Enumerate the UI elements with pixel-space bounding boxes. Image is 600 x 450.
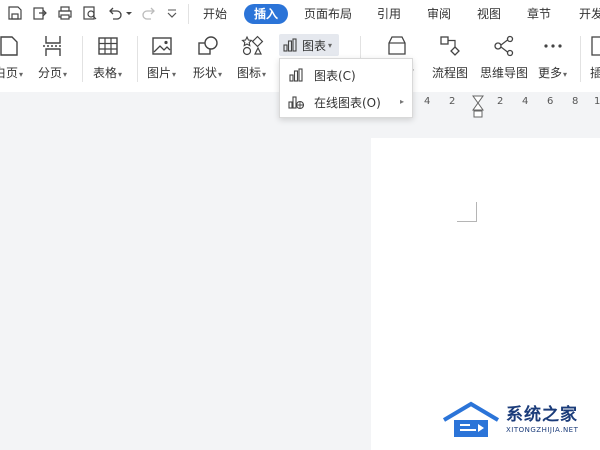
menu-item-label: 在线图表(O) — [314, 95, 381, 110]
chart-button-label: 图表 — [302, 38, 327, 53]
divider — [188, 4, 189, 24]
tab-section[interactable]: 章节 — [521, 4, 557, 24]
icon-library-icon — [240, 35, 263, 56]
tab-home[interactable]: 开始 — [197, 4, 233, 24]
mindmap-icon — [494, 35, 514, 57]
picture-icon — [151, 37, 172, 55]
divider — [82, 36, 83, 82]
mindmap-button[interactable]: 思维导图 — [480, 34, 528, 86]
table-button[interactable]: 表格▾ — [93, 34, 122, 86]
more-button[interactable]: 更多▾ — [538, 34, 567, 86]
indent-marker-icon[interactable] — [472, 95, 484, 119]
blank-page-icon — [0, 36, 18, 56]
redo-icon[interactable] — [140, 4, 158, 22]
export-icon[interactable] — [31, 4, 49, 22]
insert-icon — [591, 36, 600, 56]
ruler-number: 1 — [594, 96, 600, 107]
chart-dropdown-menu: 图表(C) 在线图表(O) ▸ — [279, 58, 413, 118]
shape-icon — [197, 36, 218, 55]
shape-button[interactable]: 形状▾ — [193, 34, 222, 86]
more-icon — [543, 44, 562, 48]
menu-item-label: 图表(C) — [314, 68, 356, 83]
flowchart-icon — [440, 36, 460, 56]
watermark-subtitle: XITONGZHIJIA.NET — [506, 426, 579, 434]
watermark-title: 系统之家 — [506, 405, 578, 425]
chevron-right-icon: ▸ — [399, 97, 404, 106]
divider — [137, 36, 138, 82]
save-icon[interactable] — [6, 4, 24, 22]
margin-corner-mark — [457, 202, 477, 222]
ruler-number: 2 — [497, 96, 504, 107]
page-break-button[interactable]: 分页▾ — [38, 34, 67, 86]
tab-review[interactable]: 审阅 — [421, 4, 457, 24]
undo-icon[interactable] — [106, 4, 124, 22]
menu-item-online-chart[interactable]: 在线图表(O) ▸ — [280, 89, 412, 115]
chevron-down-icon: ▾ — [328, 40, 333, 50]
ruler-number: 4 — [522, 96, 529, 107]
ruler-number: 6 — [547, 96, 554, 107]
online-chart-icon — [288, 96, 304, 110]
table-icon — [97, 37, 118, 55]
material-icon — [388, 36, 406, 55]
ruler-number: 8 — [572, 96, 579, 107]
insert-more-button[interactable]: 插 — [590, 34, 600, 86]
tab-insert[interactable]: 插入 — [244, 4, 289, 24]
print-icon[interactable] — [56, 4, 74, 22]
picture-button[interactable]: 图片▾ — [147, 34, 176, 86]
bar-chart-icon — [289, 68, 303, 82]
tab-view[interactable]: 视图 — [471, 4, 507, 24]
tab-page-layout[interactable]: 页面布局 — [298, 4, 358, 24]
tab-developer[interactable]: 开发 — [573, 4, 600, 24]
horizontal-ruler: 4 2 2 4 6 8 1 — [410, 95, 600, 118]
blank-page-button[interactable]: 白页▾ — [0, 34, 23, 86]
customize-icon[interactable] — [166, 4, 178, 22]
flowchart-button[interactable]: 流程图 — [432, 34, 468, 86]
ruler-number: 2 — [449, 96, 456, 107]
watermark-logo: 系统之家 XITONGZHIJIA.NET — [440, 398, 590, 442]
print-preview-icon[interactable] — [81, 4, 99, 22]
menu-item-chart[interactable]: 图表(C) — [280, 62, 412, 88]
ruler-number: 4 — [424, 96, 431, 107]
icon-button[interactable]: 图标▾ — [237, 34, 266, 86]
page-break-icon — [42, 36, 63, 56]
undo-dropdown-icon[interactable] — [124, 4, 134, 22]
house-logo-icon — [442, 401, 500, 437]
bar-chart-icon — [283, 38, 297, 52]
tab-references[interactable]: 引用 — [371, 4, 407, 24]
title-bar: 开始 插入 页面布局 引用 审阅 视图 章节 开发 — [0, 0, 600, 28]
divider — [580, 36, 581, 82]
chart-button[interactable]: 图表 ▾ — [279, 34, 339, 56]
